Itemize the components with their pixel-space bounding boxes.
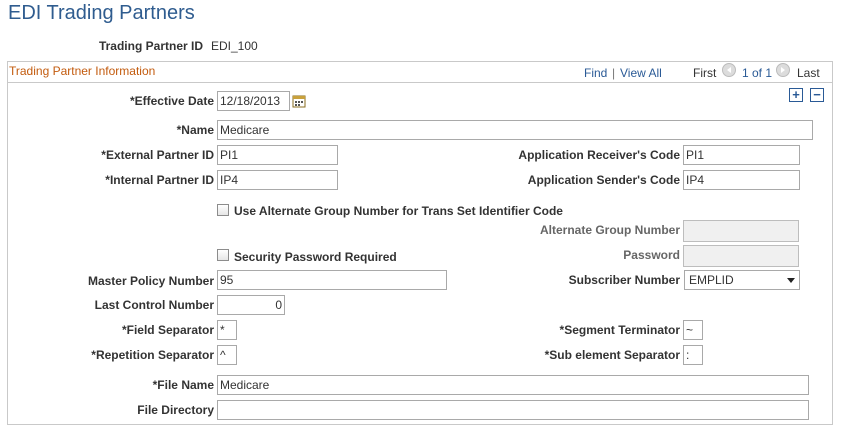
password-label: Password [623, 248, 680, 262]
internal-partner-id-label: *Internal Partner ID [105, 173, 214, 187]
alt-group-checkbox-label: Use Alternate Group Number for Trans Set… [234, 204, 563, 218]
repetition-separator-label: *Repetition Separator [91, 348, 214, 362]
last-link[interactable]: Last [797, 66, 820, 80]
subscriber-number-select[interactable]: EMPLID [684, 270, 800, 290]
segment-terminator-input[interactable] [683, 320, 703, 340]
row-range: 1 of 1 [742, 66, 773, 80]
page-title: EDI Trading Partners [8, 2, 195, 24]
trading-partner-id-value: EDI_100 [211, 39, 258, 53]
alt-group-number-label: Alternate Group Number [539, 223, 680, 237]
last-control-label: Last Control Number [94, 298, 214, 312]
alt-group-number-input[interactable] [683, 220, 799, 242]
calendar-icon[interactable] [292, 94, 306, 108]
external-partner-id-input[interactable] [217, 145, 338, 165]
security-password-label: Security Password Required [234, 250, 397, 264]
field-separator-input[interactable] [217, 320, 237, 340]
app-receiver-code-input[interactable] [683, 145, 800, 165]
last-control-input[interactable] [217, 295, 285, 315]
delete-row-icon[interactable]: − [810, 88, 824, 102]
previous-icon[interactable] [722, 63, 736, 77]
sub-element-separator-input[interactable] [683, 345, 703, 365]
app-sender-code-input[interactable] [683, 170, 800, 190]
repetition-separator-input[interactable] [217, 345, 237, 365]
alt-group-checkbox[interactable] [217, 204, 229, 216]
password-input[interactable] [683, 245, 799, 267]
file-directory-input[interactable] [217, 400, 809, 420]
file-directory-label: File Directory [137, 403, 214, 417]
external-partner-id-label: *External Partner ID [101, 148, 214, 162]
first-link[interactable]: First [693, 66, 716, 80]
panel-title: Trading Partner Information [9, 64, 156, 78]
find-link[interactable]: Find [584, 66, 607, 80]
add-row-icon[interactable]: + [789, 88, 803, 102]
app-receiver-code-label: Application Receiver's Code [518, 148, 680, 162]
effective-date-input[interactable] [217, 91, 290, 111]
master-policy-input[interactable] [217, 270, 447, 290]
next-icon[interactable] [776, 63, 790, 77]
trading-partner-id-label: Trading Partner ID [98, 39, 203, 53]
segment-terminator-label: *Segment Terminator [559, 323, 680, 337]
master-policy-label: Master Policy Number [87, 274, 214, 288]
sub-element-separator-label: *Sub element Separator [544, 348, 680, 362]
trading-partner-panel [7, 61, 833, 425]
nav-divider: | [612, 66, 616, 80]
effective-date-label: *Effective Date [129, 94, 214, 108]
subscriber-number-label: Subscriber Number [568, 273, 680, 287]
file-name-input[interactable] [217, 375, 809, 395]
security-password-checkbox[interactable] [217, 249, 229, 261]
field-separator-label: *Field Separator [121, 323, 214, 337]
name-input[interactable] [217, 120, 813, 140]
internal-partner-id-input[interactable] [217, 170, 338, 190]
subscriber-number-value: EMPLID [689, 273, 734, 287]
file-name-label: *File Name [152, 378, 214, 392]
name-label: *Name [176, 123, 214, 137]
view-all-link[interactable]: View All [620, 66, 662, 80]
chevron-down-icon [787, 278, 795, 283]
app-sender-code-label: Application Sender's Code [527, 173, 680, 187]
